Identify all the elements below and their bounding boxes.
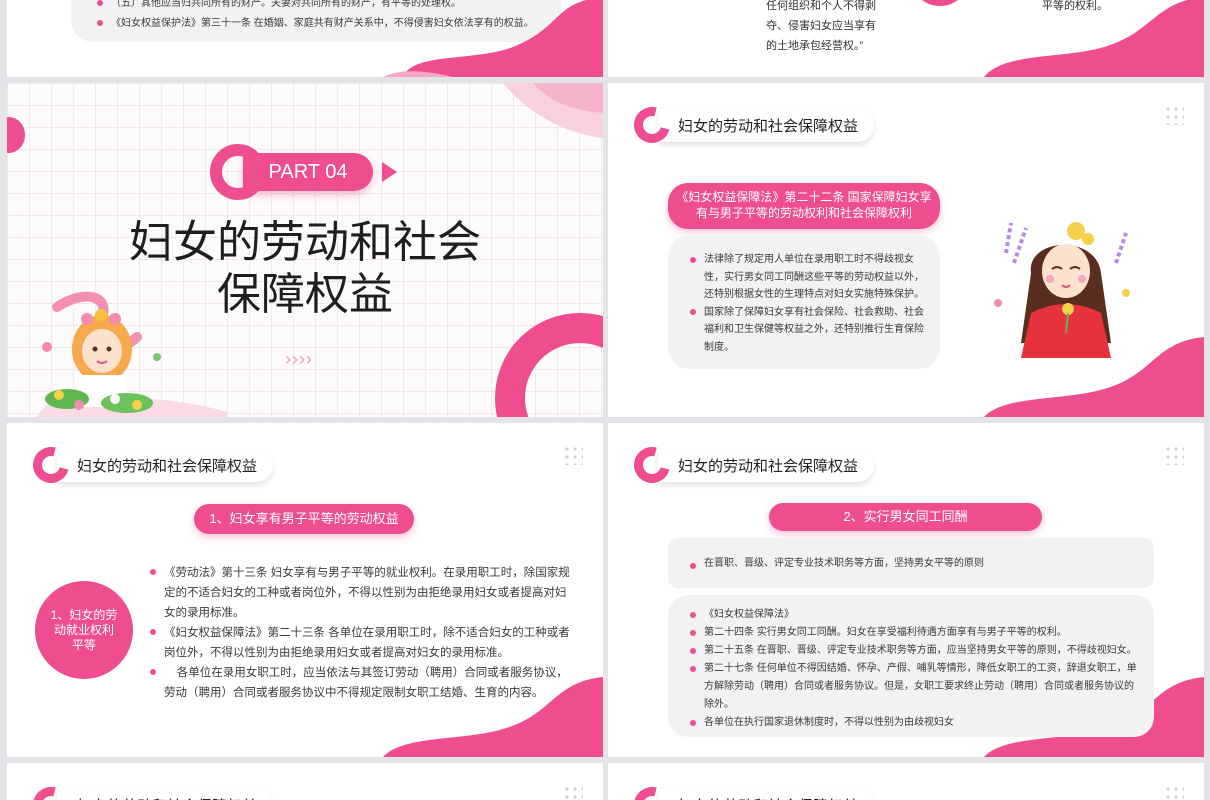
ring-icon <box>26 440 76 490</box>
dot-grid-icon <box>1164 785 1184 800</box>
girl-with-flowers-illustration <box>37 291 227 417</box>
slide-thumbnail-1[interactable]: （五）其他应当归共同所有的财产。夫妻对共同所有的财产，有平等的处理权。 《妇女权… <box>7 0 603 77</box>
subsection-title-pill: 1、妇女享有男子平等的劳动权益 <box>194 504 414 534</box>
slide-thumbnail-8[interactable]: 妇女的劳动和社会保障权益 <box>608 763 1204 800</box>
slide-thumbnail-7[interactable]: 妇女的劳动和社会保障权益 <box>7 763 603 800</box>
bullet-list: 《妇女权益保障法》 第二十四条 实行男女同工同酬。妇女在享受福利待遇方面享有与男… <box>690 606 1140 732</box>
dot-grid-icon <box>563 445 583 465</box>
bullet-item: 《劳动法》第十三条 妇女享有与男子平等的就业权利。在录用职工时，除国家规定的不适… <box>150 563 570 623</box>
dot-grid-icon <box>1164 445 1184 465</box>
chevrons-icon: ›››› <box>285 349 313 369</box>
section-header-label: 妇女的劳动和社会保障权益 <box>658 788 875 800</box>
bullet-item: 国家除了保障妇女享有社会保险、社会救助、社会福利和卫生保健等权益之外，还特别推行… <box>690 304 926 357</box>
part-ring-icon <box>210 144 266 200</box>
bullet-item: 第二十四条 实行男女同工同酬。妇女在享受福利待遇方面享有与男子平等的权利。 <box>690 624 1140 642</box>
text-line: 的土地承包经营权。” <box>766 40 864 52</box>
play-triangle-icon <box>382 162 397 182</box>
law-title-pill: 《妇女权益保障法》第二十二条 国家保障妇女享有与男子平等的劳动权利和社会保障权利 <box>668 183 940 229</box>
pink-ring-decoration <box>495 313 603 417</box>
slide-thumbnail-2[interactable]: 任何组织和个人不得剥 夺、侵害妇女应当享有 的土地承包经营权。” 平等的权利。 <box>608 0 1204 77</box>
topic-circle: 1、妇女的劳动就业权利平等 <box>35 581 133 679</box>
text-block: 任何组织和个人不得剥 夺、侵害妇女应当享有 的土地承包经营权。” <box>766 0 876 56</box>
section-header: 妇女的劳动和社会保障权益 <box>627 100 875 150</box>
title-line: 妇女的劳动和社会 <box>129 217 481 268</box>
text-line: 任何组织和个人不得剥 <box>766 0 876 12</box>
bullet-item: 第二十五条 在晋职、晋级、评定专业技术职务等方面，应当坚持男女平等的原则，不得歧… <box>690 642 1140 660</box>
bullet-item: 各单位在执行国家退休制度时，不得以性别为由歧视妇女 <box>690 714 1140 732</box>
bullet-list: 法律除了规定用人单位在录用职工时不得歧视女性，实行男女同工同酬这些平等的劳动权益… <box>690 251 926 356</box>
bullet-item: 法律除了规定用人单位在录用职工时不得歧视女性，实行男女同工同酬这些平等的劳动权益… <box>690 251 926 304</box>
section-header: 妇女的劳动和社会保障权益 <box>627 440 875 490</box>
section-header: 妇女的劳动和社会保障权益 <box>627 780 875 800</box>
topic-circle-label: 1、妇女的劳动就业权利平等 <box>50 607 118 652</box>
dot-grid-icon <box>1164 105 1184 125</box>
pink-wave-decoration <box>984 0 1204 77</box>
section-header-label: 妇女的劳动和社会保障权益 <box>658 108 875 142</box>
slide-thumbnail-4[interactable]: 妇女的劳动和社会保障权益 《妇女权益保障法》第二十二条 国家保障妇女享有与男子平… <box>608 83 1204 417</box>
section-header: 妇女的劳动和社会保障权益 <box>26 440 274 490</box>
pink-wave-decoration <box>984 337 1204 417</box>
section-header: 妇女的劳动和社会保障权益 <box>26 780 274 800</box>
slide-thumbnail-5[interactable]: 妇女的劳动和社会保障权益 1、妇女享有男子平等的劳动权益 1、妇女的劳动就业权利… <box>7 423 603 757</box>
pink-wave-decoration <box>383 0 603 77</box>
text-line: 夺、侵害妇女应当享有 <box>766 20 876 32</box>
subsection-title-pill: 2、实行男女同工同酬 <box>769 503 1042 531</box>
ring-icon <box>627 440 677 490</box>
bullet-item: 在晋职、晋级、评定专业技术职务等方面，坚持男女平等的原则 <box>690 557 1140 571</box>
pink-arc-decoration <box>910 0 970 6</box>
section-header-label: 妇女的劳动和社会保障权益 <box>57 788 274 800</box>
soft-pink-swirl-decoration <box>503 83 603 138</box>
ring-icon <box>627 100 677 150</box>
bullet-item: 《妇女权益保障法》第二十三条 各单位在录用职工时，除不适合妇女的工种或者岗位外，… <box>150 623 570 663</box>
slide-thumbnail-6[interactable]: 妇女的劳动和社会保障权益 2、实行男女同工同酬 在晋职、晋级、评定专业技术职务等… <box>608 423 1204 757</box>
pink-wave-decoration <box>383 677 603 757</box>
dot-grid-icon <box>563 785 583 800</box>
slide-thumbnail-3[interactable]: PART 04 妇女的劳动和社会 保障权益 ›››› <box>7 83 603 417</box>
bullet-item: 第二十七条 任何单位不得因结婚、怀孕、产假、哺乳等情形，降低女职工的工资，辞退女… <box>690 660 1140 714</box>
bullet-list: 在晋职、晋级、评定专业技术职务等方面，坚持男女平等的原则 <box>690 557 1140 571</box>
section-header-label: 妇女的劳动和社会保障权益 <box>57 448 274 482</box>
pink-half-circle-decoration <box>7 117 25 153</box>
section-header-label: 妇女的劳动和社会保障权益 <box>658 448 875 482</box>
bullet-item: 《妇女权益保障法》 <box>690 606 1140 624</box>
